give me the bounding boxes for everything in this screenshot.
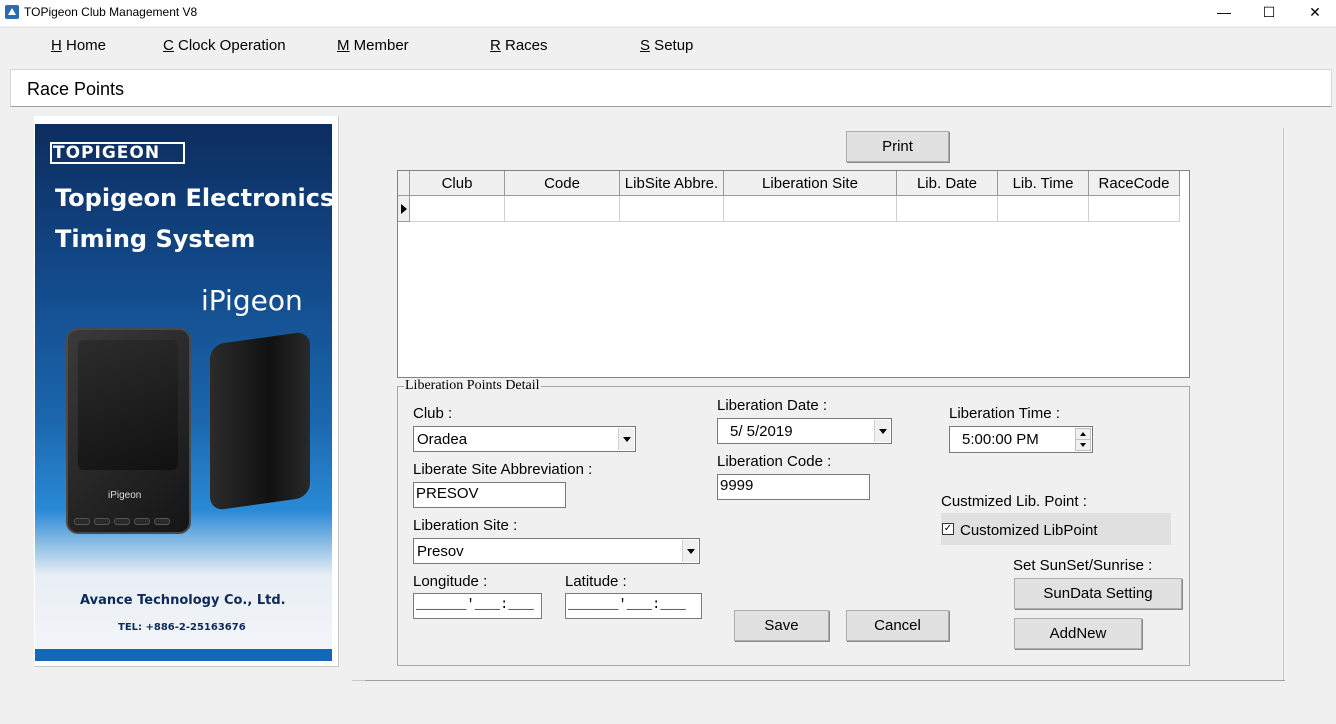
liberation-date-picker[interactable]: 5/ 5/2019 xyxy=(717,418,892,444)
topigeon-logo: TOPIGEON xyxy=(53,143,161,163)
close-button[interactable]: ✕ xyxy=(1292,0,1336,26)
menu-clock-operation[interactable]: C Clock Operation xyxy=(163,37,286,54)
chevron-down-icon[interactable] xyxy=(618,428,634,450)
cancel-button[interactable]: Cancel xyxy=(846,610,949,641)
date-value: 5/ 5/2019 xyxy=(730,423,793,440)
customized-checkbox-label[interactable]: Customized LibPoint xyxy=(960,522,1098,539)
grid-header-lib-time[interactable]: Lib. Time xyxy=(998,171,1089,196)
abbrev-input[interactable]: PRESOV xyxy=(413,482,566,508)
club-select[interactable]: Oradea xyxy=(413,426,636,452)
grid-cell[interactable] xyxy=(897,196,998,222)
sundata-setting-button[interactable]: SunData Setting xyxy=(1014,578,1182,609)
grid-header-libsite-abbre[interactable]: LibSite Abbre. xyxy=(620,171,724,196)
device-keys xyxy=(74,512,186,525)
menu-member[interactable]: M Member xyxy=(337,37,409,54)
chevron-down-icon[interactable] xyxy=(682,540,698,562)
menu-setup[interactable]: S Setup xyxy=(640,37,693,54)
banner-tel: TEL: +886-2-25163676 xyxy=(118,622,246,633)
sunset-label: Set SunSet/Sunrise : xyxy=(1013,557,1153,574)
grid-cell[interactable] xyxy=(1089,196,1180,222)
menu-home-key: H xyxy=(51,37,62,54)
banner-headline-1: Topigeon Electronics xyxy=(55,184,335,212)
app-icon xyxy=(5,5,19,19)
row-indicator[interactable] xyxy=(398,196,410,222)
banner-divider xyxy=(338,116,339,667)
customized-label: Custmized Lib. Point : xyxy=(941,493,1087,510)
site-value: Presov xyxy=(417,543,464,560)
liberation-time-spinner[interactable]: 5:00:00 PM xyxy=(949,426,1093,453)
status-bar xyxy=(0,699,1336,724)
print-button[interactable]: Print xyxy=(846,131,949,162)
latitude-label: Latitude : xyxy=(565,573,627,590)
grid-header-racecode[interactable]: RaceCode xyxy=(1089,171,1180,196)
latitude-input[interactable]: ______'___:___ xyxy=(565,593,702,619)
device-side-image xyxy=(210,330,310,512)
grid-cell[interactable] xyxy=(620,196,724,222)
customized-checkbox[interactable]: ✓ xyxy=(942,523,954,535)
group-label: Liberation Points Detail xyxy=(404,378,541,394)
grid-cell[interactable] xyxy=(410,196,505,222)
banner-strip xyxy=(35,649,332,661)
menu-races-label: Races xyxy=(500,37,548,54)
menu-member-label: Member xyxy=(349,37,409,54)
club-value: Oradea xyxy=(417,431,468,448)
race-points-grid[interactable]: Club Code LibSite Abbre. Liberation Site… xyxy=(397,170,1190,378)
site-select[interactable]: Presov xyxy=(413,538,700,564)
abbrev-label: Liberate Site Abbreviation : xyxy=(413,461,593,478)
menu-member-key: M xyxy=(337,37,350,54)
longitude-input[interactable]: ______'___:___ xyxy=(413,593,542,619)
grid-header-lib-date[interactable]: Lib. Date xyxy=(897,171,998,196)
grid-header-club[interactable]: Club xyxy=(410,171,505,196)
time-value: 5:00:00 PM xyxy=(962,431,1039,448)
date-label: Liberation Date : xyxy=(717,397,828,414)
page-header xyxy=(10,69,1332,107)
menu-setup-label: Setup xyxy=(650,37,694,54)
window-title: TOPigeon Club Management V8 xyxy=(24,5,198,19)
page-title: Race Points xyxy=(27,79,125,99)
grid-cell[interactable] xyxy=(998,196,1089,222)
longitude-label: Longitude : xyxy=(413,573,488,590)
menu-races-key: R xyxy=(490,37,501,54)
menu-home-label: Home xyxy=(61,37,107,54)
spin-down-icon[interactable] xyxy=(1075,439,1091,451)
liberation-code-input[interactable]: 9999 xyxy=(717,474,870,500)
site-label: Liberation Site : xyxy=(413,517,518,534)
menu-home[interactable]: H Home xyxy=(51,37,106,54)
menu-setup-key: S xyxy=(640,37,651,54)
device-label: iPigeon xyxy=(108,490,142,501)
time-label: Liberation Time : xyxy=(949,405,1060,422)
calendar-dropdown-icon[interactable] xyxy=(874,420,890,442)
menu-clock-key: C xyxy=(163,37,174,54)
banner-headline-2: Timing System xyxy=(55,225,256,253)
save-button[interactable]: Save xyxy=(734,610,829,641)
maximize-button[interactable]: ☐ xyxy=(1246,0,1292,26)
club-label: Club : xyxy=(413,405,453,422)
banner-company: Avance Technology Co., Ltd. xyxy=(80,593,286,608)
bottom-divider xyxy=(365,680,1285,681)
code-label: Liberation Code : xyxy=(717,453,832,470)
menu-races[interactable]: R Races xyxy=(490,37,548,54)
menu-clock-label: Clock Operation xyxy=(173,37,286,54)
title-bar xyxy=(0,0,1336,26)
grid-corner xyxy=(398,171,410,196)
grid-header-code[interactable]: Code xyxy=(505,171,620,196)
device-screen xyxy=(78,340,178,470)
grid-header-liberation-site[interactable]: Liberation Site xyxy=(724,171,897,196)
banner-product-name: iPigeon xyxy=(201,284,303,317)
grid-cell[interactable] xyxy=(505,196,620,222)
minimize-button[interactable]: — xyxy=(1201,0,1247,26)
grid-cell[interactable] xyxy=(724,196,897,222)
addnew-button[interactable]: AddNew xyxy=(1014,618,1142,649)
current-row-arrow-icon xyxy=(401,204,407,214)
